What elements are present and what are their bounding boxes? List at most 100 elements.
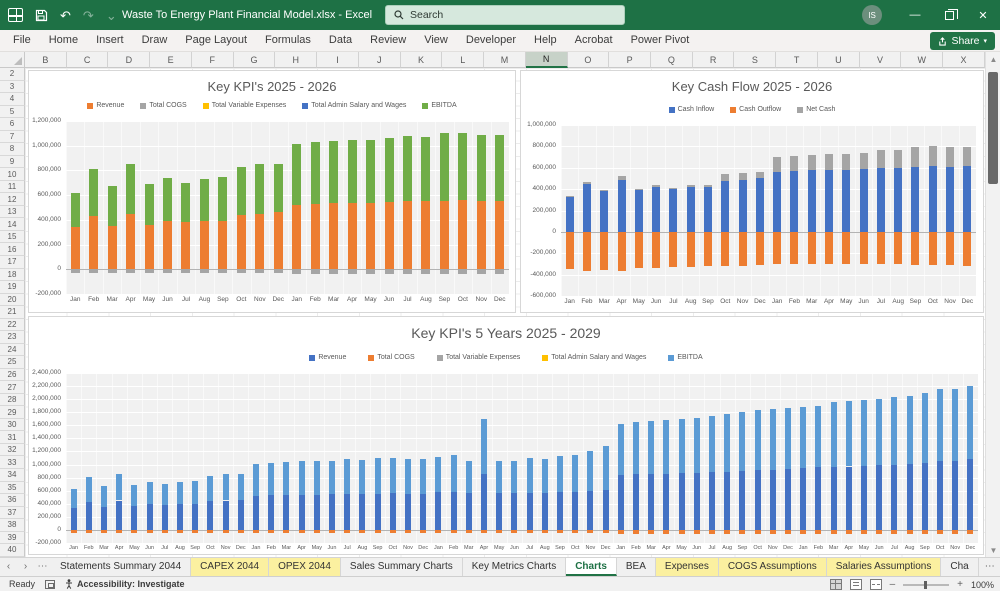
ribbon-tab-home[interactable]: Home xyxy=(40,30,87,52)
zoom-slider-thumb[interactable] xyxy=(924,580,928,589)
sheet-tab-capex-2044[interactable]: CAPEX 2044 xyxy=(191,558,270,576)
sheet-nav-prev-icon[interactable]: ‹ xyxy=(0,558,17,576)
save-icon[interactable] xyxy=(35,9,48,22)
row-header-4[interactable]: 4 xyxy=(0,93,25,106)
ribbon-tab-draw[interactable]: Draw xyxy=(133,30,177,52)
normal-view-icon[interactable] xyxy=(829,579,842,590)
column-header-Q[interactable]: Q xyxy=(651,52,693,68)
sheet-tab-charts[interactable]: Charts xyxy=(566,558,617,576)
column-header-E[interactable]: E xyxy=(150,52,192,68)
share-button[interactable]: Share ▾ xyxy=(930,32,995,50)
column-header-J[interactable]: J xyxy=(358,52,401,68)
row-header-22[interactable]: 22 xyxy=(0,318,25,332)
row-header-14[interactable]: 14 xyxy=(0,218,25,231)
row-header-31[interactable]: 31 xyxy=(0,431,25,444)
row-header-7[interactable]: 7 xyxy=(0,130,25,144)
row-header-11[interactable]: 11 xyxy=(0,180,25,194)
row-header-10[interactable]: 10 xyxy=(0,168,25,181)
search-box[interactable]: Search xyxy=(385,5,625,25)
row-header-15[interactable]: 15 xyxy=(0,230,25,244)
zoom-level[interactable]: 100% xyxy=(971,580,994,590)
sheet-tab-key-metrics-charts[interactable]: Key Metrics Charts xyxy=(463,558,567,576)
row-header-13[interactable]: 13 xyxy=(0,205,25,219)
page-break-view-icon[interactable] xyxy=(869,579,882,590)
column-header-X[interactable]: X xyxy=(943,52,985,68)
row-header-30[interactable]: 30 xyxy=(0,418,25,432)
row-header-18[interactable]: 18 xyxy=(0,268,25,282)
zoom-out-icon[interactable]: – xyxy=(890,579,896,590)
vertical-scrollbar[interactable]: ▲ ▼ xyxy=(985,52,1000,557)
restore-button[interactable] xyxy=(932,0,966,30)
page-layout-view-icon[interactable] xyxy=(849,579,862,590)
sheet-nav-next-icon[interactable]: › xyxy=(17,558,34,576)
row-header-39[interactable]: 39 xyxy=(0,531,25,545)
row-header-17[interactable]: 17 xyxy=(0,255,25,269)
column-header-T[interactable]: T xyxy=(776,52,818,68)
row-header-9[interactable]: 9 xyxy=(0,155,25,169)
column-header-R[interactable]: R xyxy=(692,52,735,68)
ribbon-tab-developer[interactable]: Developer xyxy=(457,30,525,52)
ribbon-tab-power-pivot[interactable]: Power Pivot xyxy=(622,30,699,52)
row-header-40[interactable]: 40 xyxy=(0,544,25,557)
row-header-38[interactable]: 38 xyxy=(0,519,25,532)
ribbon-tab-page-layout[interactable]: Page Layout xyxy=(176,30,256,52)
row-header-5[interactable]: 5 xyxy=(0,105,25,119)
row-header-3[interactable]: 3 xyxy=(0,80,25,94)
row-header-36[interactable]: 36 xyxy=(0,494,25,507)
row-header-34[interactable]: 34 xyxy=(0,469,25,482)
column-header-W[interactable]: W xyxy=(901,52,944,68)
customize-qat-caret-icon[interactable]: ⌄ xyxy=(106,9,117,22)
redo-icon[interactable]: ↷ xyxy=(83,9,94,22)
column-header-O[interactable]: O xyxy=(567,52,610,68)
excel-app-icon[interactable] xyxy=(8,8,23,22)
row-header-24[interactable]: 24 xyxy=(0,343,25,357)
column-header-V[interactable]: V xyxy=(859,52,902,68)
scroll-down-icon[interactable]: ▼ xyxy=(986,543,1000,557)
row-header-28[interactable]: 28 xyxy=(0,393,25,407)
column-header-D[interactable]: D xyxy=(108,52,151,68)
row-header-6[interactable]: 6 xyxy=(0,118,25,131)
chart-key-cash-flow-2025-2026[interactable]: Key Cash Flow 2025 - 2026 Cash Inflow Cas… xyxy=(520,70,984,313)
column-header-N[interactable]: N xyxy=(525,52,568,68)
row-header-8[interactable]: 8 xyxy=(0,143,25,156)
column-header-M[interactable]: M xyxy=(484,52,526,68)
sheet-tab-opex-2044[interactable]: OPEX 2044 xyxy=(269,558,341,576)
column-header-K[interactable]: K xyxy=(400,52,443,68)
ribbon-tab-data[interactable]: Data xyxy=(320,30,361,52)
ribbon-tab-file[interactable]: File xyxy=(4,30,40,52)
sheet-tab-cogs-assumptions[interactable]: COGS Assumptions xyxy=(718,558,827,576)
chart-key-kpis-5-years-2025-2029[interactable]: Key KPI's 5 Years 2025 - 2029 Revenue Tot… xyxy=(28,316,984,555)
ribbon-tab-insert[interactable]: Insert xyxy=(87,30,133,52)
column-header-G[interactable]: G xyxy=(233,52,276,68)
chart-key-kpis-2025-2026[interactable]: Key KPI's 2025 - 2026 Revenue Total COGS T… xyxy=(28,70,516,313)
macro-record-icon[interactable] xyxy=(45,579,56,589)
vertical-scroll-thumb[interactable] xyxy=(988,72,998,184)
column-header-B[interactable]: B xyxy=(25,52,67,68)
ribbon-tab-acrobat[interactable]: Acrobat xyxy=(566,30,622,52)
row-header-21[interactable]: 21 xyxy=(0,306,25,319)
row-header-32[interactable]: 32 xyxy=(0,443,25,457)
zoom-slider[interactable] xyxy=(903,580,950,589)
row-header-20[interactable]: 20 xyxy=(0,293,25,307)
ribbon-tab-help[interactable]: Help xyxy=(525,30,566,52)
ribbon-tab-formulas[interactable]: Formulas xyxy=(256,30,320,52)
row-header-25[interactable]: 25 xyxy=(0,356,25,369)
column-header-S[interactable]: S xyxy=(734,52,777,68)
column-header-F[interactable]: F xyxy=(191,52,234,68)
minimize-button[interactable]: — xyxy=(898,0,932,30)
row-header-16[interactable]: 16 xyxy=(0,243,25,256)
sheet-tab-statements-summary-2044[interactable]: Statements Summary 2044 xyxy=(51,558,192,576)
row-header-37[interactable]: 37 xyxy=(0,506,25,520)
ribbon-tab-view[interactable]: View xyxy=(415,30,457,52)
row-header-26[interactable]: 26 xyxy=(0,368,25,382)
row-header-27[interactable]: 27 xyxy=(0,381,25,394)
sheet-tab-sales-summary-charts[interactable]: Sales Summary Charts xyxy=(341,558,463,576)
row-header-12[interactable]: 12 xyxy=(0,193,25,206)
row-header-2[interactable]: 2 xyxy=(0,68,25,81)
column-header-C[interactable]: C xyxy=(66,52,109,68)
close-button[interactable]: ✕ xyxy=(966,0,1000,30)
column-header-L[interactable]: L xyxy=(442,52,485,68)
scroll-up-icon[interactable]: ▲ xyxy=(986,52,1000,66)
sheet-nav-more-icon[interactable]: ⋯ xyxy=(34,558,51,576)
sheet-tab-bea[interactable]: BEA xyxy=(617,558,656,576)
